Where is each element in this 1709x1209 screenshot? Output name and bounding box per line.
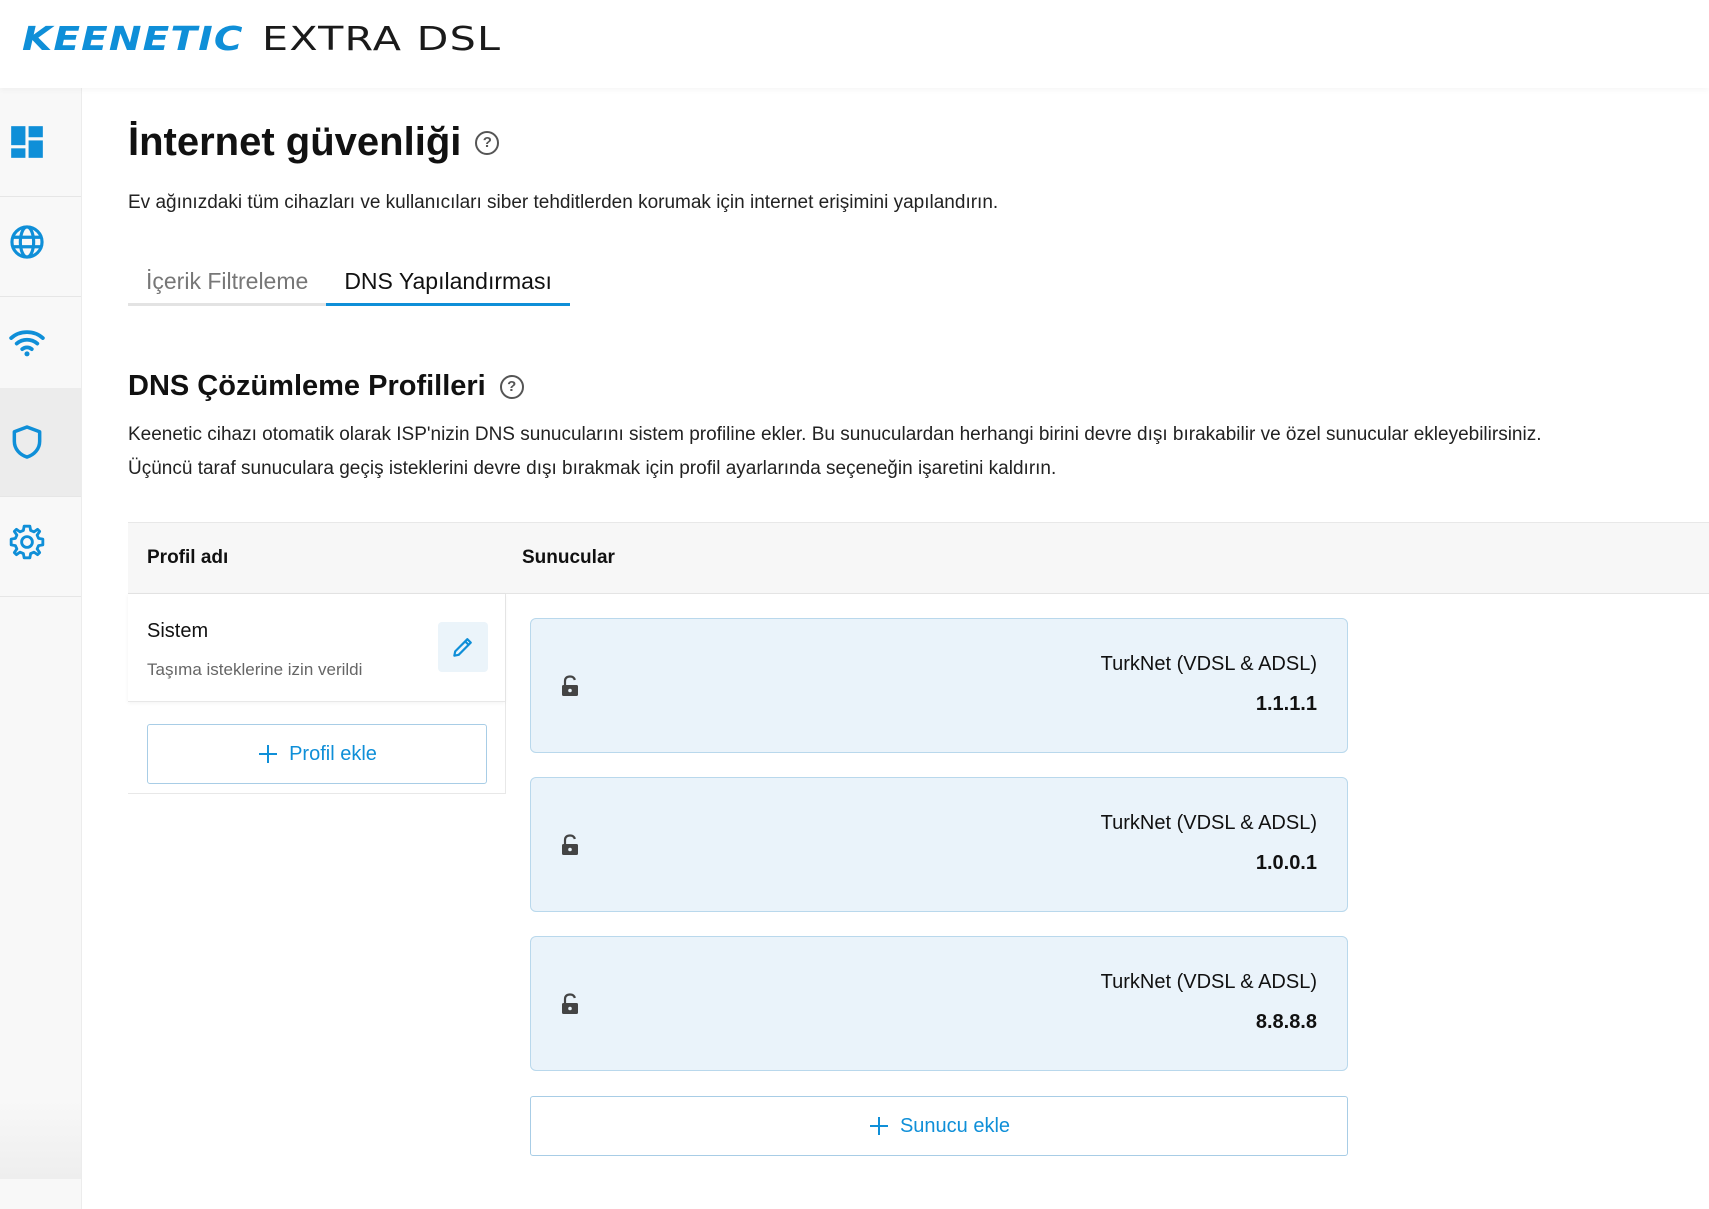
help-icon[interactable]: ? (475, 130, 500, 155)
wifi-icon (9, 330, 45, 357)
server-ip: 1.0.0.1 (1255, 852, 1317, 874)
lock-icon (562, 834, 578, 855)
sidebar-item-settings[interactable] (0, 488, 81, 597)
profile-status: Taşıma isteklerine izin verildi (147, 660, 363, 679)
table-header: Profil adı Sunucular (128, 522, 1709, 594)
plus-icon (869, 1117, 888, 1135)
add-server-label: Sunucu ekle (899, 1114, 1011, 1137)
server-provider: TurkNet (VDSL & ADSL) (1100, 653, 1317, 675)
pencil-icon (453, 638, 472, 657)
logo-model: EXTRA DSL (261, 18, 502, 58)
gear-icon (9, 524, 45, 560)
help-icon[interactable]: ? (499, 374, 524, 399)
profile-list: Sistem Taşıma isteklerine izin verildi P… (128, 594, 506, 794)
tab-content-filtering[interactable]: İçerik Filtreleme (128, 264, 327, 306)
add-profile-button[interactable]: Profil ekle (147, 724, 487, 784)
add-server-button[interactable]: Sunucu ekle (530, 1096, 1348, 1156)
top-bar: KEENETIC EXTRA DSL (0, 0, 1709, 88)
column-header-profile: Profil adı (147, 547, 229, 568)
column-header-servers: Sunucular (522, 547, 615, 568)
dashboard-icon (11, 126, 43, 158)
sidebar-item-dashboard[interactable] (0, 88, 81, 197)
edit-profile-button[interactable] (438, 622, 488, 672)
server-ip: 8.8.8.8 (1255, 1011, 1317, 1033)
shield-icon (12, 425, 42, 459)
sidebar (0, 88, 82, 1209)
main-content: İnternet güvenliği ? Ev ağınızdaki tüm c… (128, 88, 1709, 1209)
tab-bar: İçerik Filtreleme DNS Yapılandırması (128, 264, 570, 308)
server-card[interactable]: TurkNet (VDSL & ADSL) 1.0.0.1 (530, 777, 1348, 912)
lock-icon (562, 675, 578, 696)
add-profile-label: Profil ekle (289, 742, 377, 765)
section-title: DNS Çözümleme Profilleri (128, 370, 486, 402)
sidebar-item-wifi[interactable] (0, 288, 81, 397)
page-title-row: İnternet güvenliği ? (128, 120, 500, 165)
page-description: Ev ağınızdaki tüm cihazları ve kullanıcı… (128, 192, 999, 213)
server-ip: 1.1.1.1 (1255, 693, 1317, 715)
tab-dns-configuration[interactable]: DNS Yapılandırması (326, 264, 570, 306)
section-description-line1: Keenetic cihazı otomatik olarak ISP'nizi… (128, 424, 1542, 445)
globe-icon (10, 225, 44, 259)
page-title: İnternet güvenliği (128, 120, 462, 164)
profile-row[interactable]: Sistem Taşıma isteklerine izin verildi (128, 594, 505, 702)
server-provider: TurkNet (VDSL & ADSL) (1100, 812, 1317, 834)
section-description-line2: Üçüncü taraf sunuculara geçiş isteklerin… (128, 458, 1057, 479)
sidebar-item-internet[interactable] (0, 188, 81, 297)
profile-name: Sistem (147, 620, 209, 642)
plus-icon (259, 745, 278, 763)
logo[interactable]: KEENETIC EXTRA DSL (22, 18, 500, 58)
sidebar-footer (0, 1099, 81, 1179)
section-description: Keenetic cihazı otomatik olarak ISP'nizi… (128, 418, 1688, 486)
server-card[interactable]: TurkNet (VDSL & ADSL) 1.1.1.1 (530, 618, 1348, 753)
section-title-row: DNS Çözümleme Profilleri ? (128, 370, 524, 403)
server-provider: TurkNet (VDSL & ADSL) (1100, 971, 1317, 993)
sidebar-item-security[interactable] (0, 388, 81, 497)
lock-icon (562, 993, 578, 1014)
logo-brand: KEENETIC (22, 18, 244, 58)
server-card[interactable]: TurkNet (VDSL & ADSL) 8.8.8.8 (530, 936, 1348, 1071)
